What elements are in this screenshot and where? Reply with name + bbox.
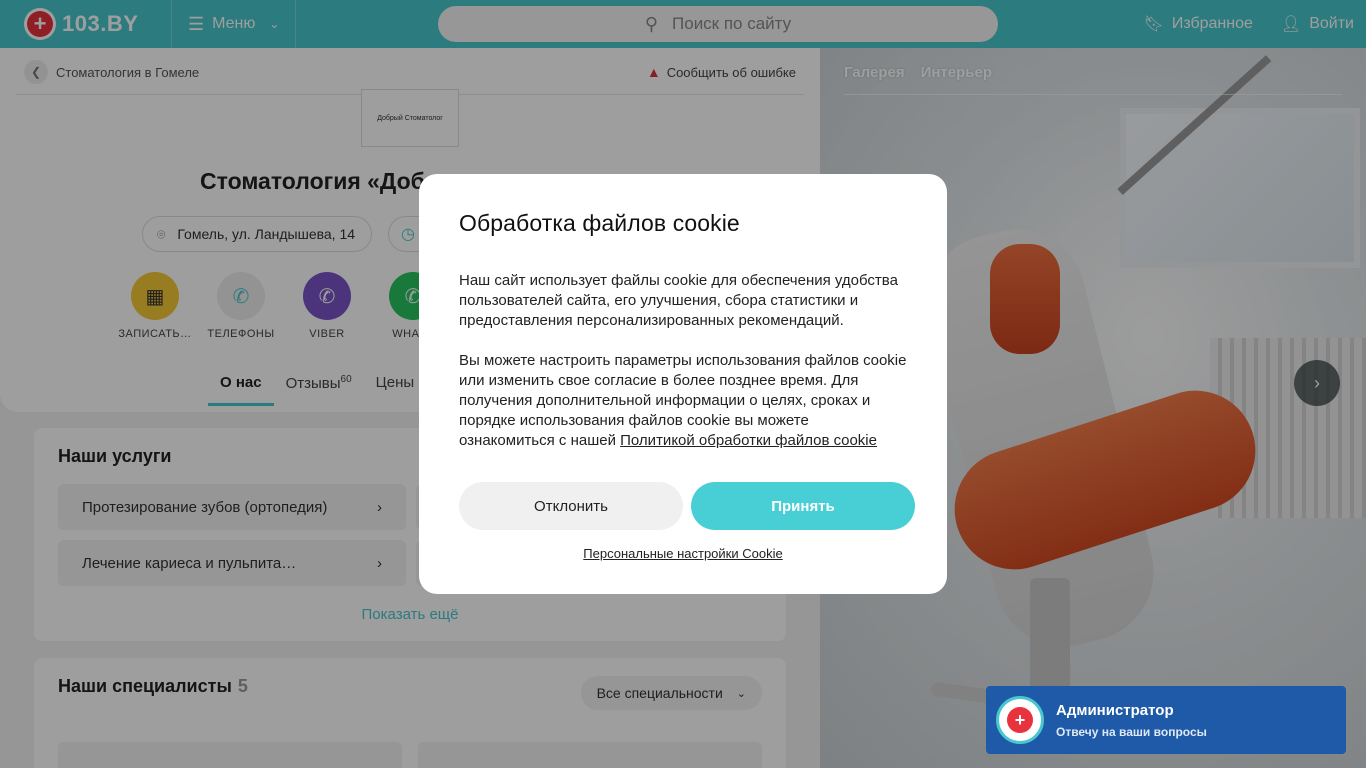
modal-paragraph: Наш сайт использует файлы cookie для обе… xyxy=(459,272,898,329)
modal-title: Обработка файлов cookie xyxy=(459,210,740,236)
chat-subtitle: Отвечу на ваши вопросы xyxy=(1056,724,1207,739)
cookie-modal: Обработка файлов cookie Наш сайт использ… xyxy=(419,174,947,594)
admin-chat-widget[interactable]: + Администратор Отвечу на ваши вопросы xyxy=(986,686,1346,754)
cookie-settings-link[interactable]: Персональные настройки Cookie xyxy=(419,546,947,561)
accept-button[interactable]: Принять xyxy=(691,482,915,530)
decline-button[interactable]: Отклонить xyxy=(459,482,683,530)
chat-title: Администратор xyxy=(1056,701,1174,719)
modal-paragraph: Вы можете настроить параметры использова… xyxy=(459,351,907,451)
cookie-policy-link[interactable]: Политикой обработки файлов cookie xyxy=(620,432,877,449)
avatar: + xyxy=(996,696,1044,744)
